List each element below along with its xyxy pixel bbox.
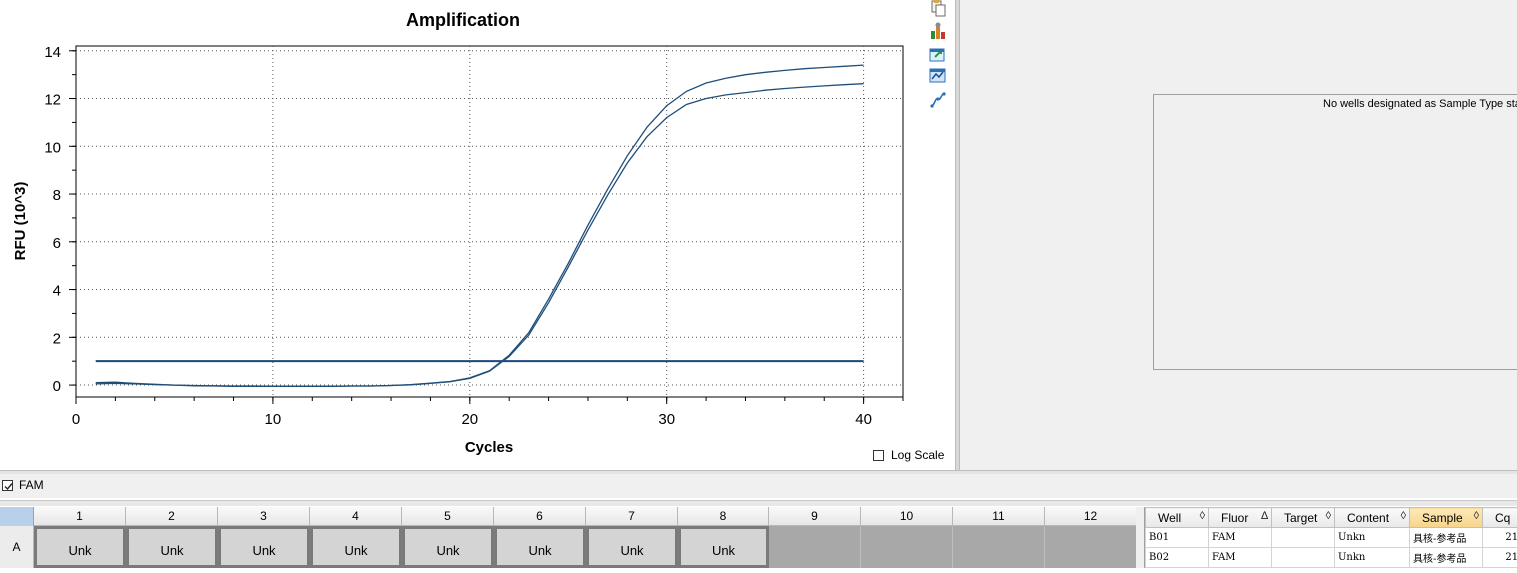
- column-header-1[interactable]: 1: [34, 507, 126, 526]
- well-a2[interactable]: Unk: [126, 526, 218, 568]
- column-header-7[interactable]: 7: [586, 507, 678, 526]
- column-header-12[interactable]: 12: [1045, 507, 1137, 526]
- table-cell: 21.57: [1483, 548, 1517, 568]
- export-icon[interactable]: [929, 46, 947, 64]
- sort-icon[interactable]: ∆: [1261, 510, 1268, 522]
- column-header-cq[interactable]: Cq◊: [1483, 508, 1517, 528]
- well-a8[interactable]: Unk: [678, 526, 769, 568]
- well-a1[interactable]: Unk: [34, 526, 126, 568]
- column-header-content[interactable]: Content ◊: [1335, 508, 1410, 528]
- column-header-2[interactable]: 2: [126, 507, 218, 526]
- well-a9[interactable]: [769, 526, 861, 568]
- fam-toggle[interactable]: FAM: [2, 478, 44, 492]
- column-header-8[interactable]: 8: [678, 507, 769, 526]
- well-a7[interactable]: Unk: [586, 526, 678, 568]
- amplification-chart-panel: Amplification Cycles RFU (10^3) 01020304…: [0, 0, 926, 470]
- panel-separator: [0, 500, 1517, 506]
- plot-area: 0 10 20 30 40 0 2 4 6 8 10 12 14: [44, 44, 903, 428]
- table-cell: 具核-参考品: [1410, 548, 1483, 568]
- plate-corner[interactable]: [0, 507, 34, 526]
- column-header-fluor[interactable]: Fluor ∆: [1209, 508, 1272, 528]
- well-a12[interactable]: [1045, 526, 1137, 568]
- column-header-5[interactable]: 5: [402, 507, 494, 526]
- panel-gap: [1136, 507, 1144, 568]
- column-header-well[interactable]: Well ◊: [1146, 508, 1209, 528]
- column-header-target[interactable]: Target ◊: [1272, 508, 1335, 528]
- header-label: Cq: [1485, 511, 1510, 525]
- sort-icon[interactable]: ◊: [1200, 510, 1205, 522]
- y-tick-label: 0: [53, 378, 61, 395]
- y-tick-label: 8: [53, 187, 61, 204]
- table-cell: FAM: [1209, 528, 1272, 548]
- table-cell: B02: [1146, 548, 1209, 568]
- chart-title: Amplification: [406, 10, 520, 30]
- table-cell: [1272, 528, 1335, 548]
- table-cell: 21.64: [1483, 528, 1517, 548]
- copy-icon[interactable]: [929, 0, 947, 18]
- y-tick-label: 6: [53, 235, 61, 252]
- well-a3[interactable]: Unk: [218, 526, 310, 568]
- results-table-panel: Well ◊ Fluor ∆ Target ◊ Content ◊ Sample ◊ Cq◊ B01…: [1144, 507, 1517, 568]
- x-axis-label: Cycles: [465, 439, 513, 456]
- amplification-chart[interactable]: Amplification Cycles RFU (10^3) 01020304…: [0, 0, 926, 470]
- x-tick-label: 40: [855, 411, 872, 428]
- results-table: Well ◊ Fluor ∆ Target ◊ Content ◊ Sample ◊ Cq◊ B01…: [1145, 507, 1517, 568]
- x-tick-label: 0: [72, 411, 80, 428]
- table-row[interactable]: B01FAM Unkn具核-参考品21.64: [1146, 528, 1517, 548]
- header-label: Sample: [1412, 511, 1463, 525]
- column-header-6[interactable]: 6: [494, 507, 586, 526]
- table-cell: [1272, 548, 1335, 568]
- header-label: Well: [1148, 511, 1181, 525]
- header-label: Content: [1337, 511, 1389, 525]
- column-header-11[interactable]: 11: [953, 507, 1045, 526]
- table-cell: B01: [1146, 528, 1209, 548]
- column-header-10[interactable]: 10: [861, 507, 953, 526]
- log-scale-toggle[interactable]: Log Scale: [873, 448, 944, 462]
- chart-settings-icon[interactable]: [929, 22, 947, 40]
- column-header-3[interactable]: 3: [218, 507, 310, 526]
- print-icon[interactable]: [929, 67, 947, 85]
- well-a6[interactable]: Unk: [494, 526, 586, 568]
- log-scale-checkbox[interactable]: [873, 450, 884, 461]
- column-header-sample[interactable]: Sample ◊: [1410, 508, 1483, 528]
- y-tick-label: 4: [53, 283, 61, 300]
- well-a11[interactable]: [953, 526, 1045, 568]
- x-tick-label: 20: [461, 411, 478, 428]
- x-tick-label: 10: [265, 411, 282, 428]
- well-a10[interactable]: [861, 526, 953, 568]
- table-cell: 具核-参考品: [1410, 528, 1483, 548]
- column-header-9[interactable]: 9: [769, 507, 861, 526]
- well-a4[interactable]: Unk: [310, 526, 402, 568]
- table-row[interactable]: B02FAM Unkn具核-参考品21.57: [1146, 548, 1517, 568]
- table-cell: FAM: [1209, 548, 1272, 568]
- y-axis-label: RFU (10^3): [12, 182, 29, 261]
- header-label: Target: [1274, 511, 1317, 525]
- fam-checkbox[interactable]: [2, 480, 13, 491]
- sort-icon[interactable]: ◊: [1474, 510, 1479, 522]
- standard-curve-message: No wells designated as Sample Type star: [1323, 98, 1517, 110]
- y-tick-label: 14: [44, 44, 61, 61]
- chart-toolbar: [926, 0, 950, 120]
- standard-curve-box: No wells designated as Sample Type star: [1153, 94, 1517, 370]
- table-cell: Unkn: [1335, 528, 1410, 548]
- x-tick-label: 30: [658, 411, 675, 428]
- well-a5[interactable]: Unk: [402, 526, 494, 568]
- sort-icon[interactable]: ◊: [1401, 510, 1406, 522]
- line-style-icon[interactable]: [929, 91, 947, 109]
- header-label: Fluor: [1211, 511, 1248, 525]
- column-header-4[interactable]: 4: [310, 507, 402, 526]
- row-header-a[interactable]: A: [0, 526, 34, 568]
- plate-view: 123456789101112 A UnkUnkUnkUnkUnkUnkUnkU…: [0, 507, 1136, 568]
- fam-label: FAM: [19, 478, 44, 492]
- checkmark-icon: [3, 481, 14, 492]
- sort-icon[interactable]: ◊: [1326, 510, 1331, 522]
- y-tick-label: 10: [44, 139, 61, 156]
- table-cell: Unkn: [1335, 548, 1410, 568]
- y-tick-label: 12: [44, 92, 61, 109]
- y-tick-label: 2: [53, 330, 61, 347]
- fluorophore-bar: [0, 474, 1517, 498]
- log-scale-label: Log Scale: [891, 448, 944, 462]
